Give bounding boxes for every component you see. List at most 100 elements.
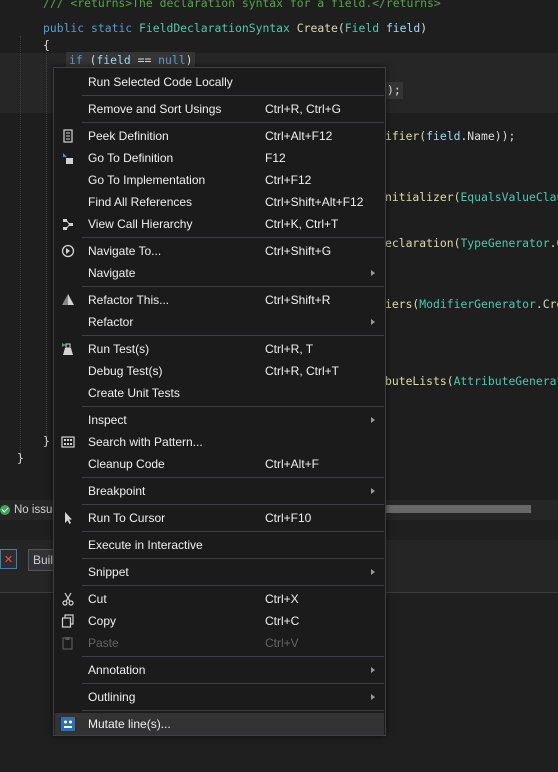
menu-item-search-with-pattern[interactable]: Search with Pattern... xyxy=(55,431,384,453)
menu-item-outlining[interactable]: Outlining xyxy=(55,686,384,708)
type-name: ModifierGenerator xyxy=(419,297,536,311)
method-fragment: ifier( xyxy=(385,129,427,143)
type-name: FieldDeclarationSyntax xyxy=(139,21,290,35)
menu-separator xyxy=(82,710,384,711)
cursor-icon xyxy=(61,511,75,525)
menu-item-label: Navigate xyxy=(88,266,136,280)
type-name: EqualsValueClause xyxy=(460,190,558,204)
menu-item-label: Snippet xyxy=(88,565,129,579)
menu-separator xyxy=(82,558,384,559)
menu-item-label: Run Test(s) xyxy=(88,342,150,356)
menu-separator xyxy=(82,504,384,505)
copy-icon xyxy=(61,614,75,628)
menu-item-debug-test-s[interactable]: Debug Test(s) Ctrl+R, Ctrl+T xyxy=(55,360,384,382)
method-fragment: nitializer( xyxy=(385,190,461,204)
menu-item-remove-and-sort-usings[interactable]: Remove and Sort Usings Ctrl+R, Ctrl+G xyxy=(55,98,384,120)
menu-item-label: Mutate line(s)... xyxy=(88,717,171,731)
menu-item-label: Remove and Sort Usings xyxy=(88,102,222,116)
horizontal-scrollbar-thumb[interactable] xyxy=(385,505,531,513)
menu-item-run-selected-code-locally[interactable]: Run Selected Code Locally xyxy=(55,71,384,93)
menu-separator xyxy=(82,406,384,407)
code-fragment: ); xyxy=(385,82,403,99)
refactor-icon xyxy=(61,293,75,307)
param-type: Field xyxy=(344,21,380,35)
menu-item-shortcut: Ctrl+F12 xyxy=(265,173,312,187)
menu-item-shortcut: Ctrl+Alt+F xyxy=(265,457,320,471)
menu-item-go-to-definition[interactable]: Go To Definition F12 xyxy=(55,147,384,169)
menu-item-navigate-to[interactable]: Navigate To... Ctrl+Shift+G xyxy=(55,240,384,262)
code-brace: } xyxy=(17,451,24,465)
menu-item-shortcut: Ctrl+R, T xyxy=(265,342,314,356)
method-fragment: buteLists( xyxy=(385,374,454,388)
method-fragment: eclaration( xyxy=(385,236,461,250)
menu-item-label: Go To Implementation xyxy=(88,173,206,187)
variable: field xyxy=(426,129,461,143)
mutate-icon xyxy=(61,717,75,731)
menu-item-refactor-this[interactable]: Refactor This... Ctrl+Shift+R xyxy=(55,289,384,311)
menu-item-shortcut: Ctrl+X xyxy=(265,592,299,606)
type-name: AttributeGenerato xyxy=(453,374,558,388)
menu-item-shortcut: Ctrl+Shift+G xyxy=(265,244,332,258)
navigate-to-icon xyxy=(61,244,75,258)
keyword: public xyxy=(43,21,85,35)
menu-item-navigate[interactable]: Navigate xyxy=(55,262,384,284)
menu-item-go-to-implementation[interactable]: Go To Implementation Ctrl+F12 xyxy=(55,169,384,191)
keyword: static xyxy=(91,21,133,35)
peek-definition-icon xyxy=(61,129,75,143)
menu-separator xyxy=(82,656,384,657)
menu-separator xyxy=(82,683,384,684)
menu-item-label: Create Unit Tests xyxy=(88,386,180,400)
menu-item-label: Go To Definition xyxy=(88,151,174,165)
member-access: .Name)); xyxy=(460,129,516,143)
menu-item-shortcut: Ctrl+K, Ctrl+T xyxy=(265,217,339,231)
menu-separator xyxy=(82,237,384,238)
code-comment-line: /// <returns>The declaration syntax for … xyxy=(43,0,441,10)
menu-item-breakpoint[interactable]: Breakpoint xyxy=(55,480,384,502)
menu-item-mutate-line-s[interactable]: Mutate line(s)... xyxy=(55,713,384,735)
menu-item-create-unit-tests[interactable]: Create Unit Tests xyxy=(55,382,384,404)
clear-button[interactable]: ✕ xyxy=(0,549,17,569)
chevron-right-icon xyxy=(371,694,375,700)
paste-icon xyxy=(61,636,75,650)
chevron-right-icon xyxy=(371,319,375,325)
menu-item-find-all-references[interactable]: Find All References Ctrl+Shift+Alt+F12 xyxy=(55,191,384,213)
keyword: if xyxy=(69,53,83,67)
menu-item-cleanup-code[interactable]: Cleanup Code Ctrl+Alt+F xyxy=(55,453,384,475)
menu-item-copy[interactable]: Copy Ctrl+C xyxy=(55,610,384,632)
menu-item-view-call-hierarchy[interactable]: View Call Hierarchy Ctrl+K, Ctrl+T xyxy=(55,213,384,235)
menu-item-run-test-s[interactable]: Run Test(s) Ctrl+R, T xyxy=(55,338,384,360)
method-fragment: iers( xyxy=(385,297,420,311)
menu-item-execute-in-interactive[interactable]: Execute in Interactive xyxy=(55,534,384,556)
menu-item-label: Execute in Interactive xyxy=(88,538,203,552)
param-name: field xyxy=(385,21,421,35)
menu-item-label: Breakpoint xyxy=(88,484,146,498)
menu-item-paste: Paste Ctrl+V xyxy=(55,632,384,654)
scissors-icon xyxy=(61,592,75,606)
type-name: TypeGenerator xyxy=(460,236,550,250)
menu-item-shortcut: Ctrl+Alt+F12 xyxy=(265,129,333,143)
context-menu: Run Selected Code Locally Remove and Sort… xyxy=(53,67,386,736)
chevron-right-icon xyxy=(371,488,375,494)
menu-item-label: Debug Test(s) xyxy=(88,364,163,378)
go-to-definition-icon xyxy=(61,151,75,165)
menu-item-annotation[interactable]: Annotation xyxy=(55,659,384,681)
menu-item-label: Refactor xyxy=(88,315,134,329)
variable: field xyxy=(96,53,131,67)
menu-item-shortcut: Ctrl+F10 xyxy=(265,511,312,525)
menu-item-label: Copy xyxy=(88,614,117,628)
menu-item-run-to-cursor[interactable]: Run To Cursor Ctrl+F10 xyxy=(55,507,384,529)
code-method-signature: public static FieldDeclarationSyntax Cre… xyxy=(43,21,428,35)
menu-item-cut[interactable]: Cut Ctrl+X xyxy=(55,588,384,610)
menu-item-inspect[interactable]: Inspect xyxy=(55,409,384,431)
menu-item-refactor[interactable]: Refactor xyxy=(55,311,384,333)
menu-item-snippet[interactable]: Snippet xyxy=(55,561,384,583)
menu-item-peek-definition[interactable]: Peek Definition Ctrl+Alt+F12 xyxy=(55,125,384,147)
menu-item-label: Cleanup Code xyxy=(88,457,165,471)
menu-separator xyxy=(82,531,384,532)
menu-item-shortcut: F12 xyxy=(265,151,286,165)
issues-indicator[interactable]: No issue xyxy=(0,500,59,520)
operator: == xyxy=(137,53,152,67)
menu-item-label: Run To Cursor xyxy=(88,511,166,525)
menu-separator xyxy=(82,95,384,96)
menu-separator xyxy=(82,477,384,478)
